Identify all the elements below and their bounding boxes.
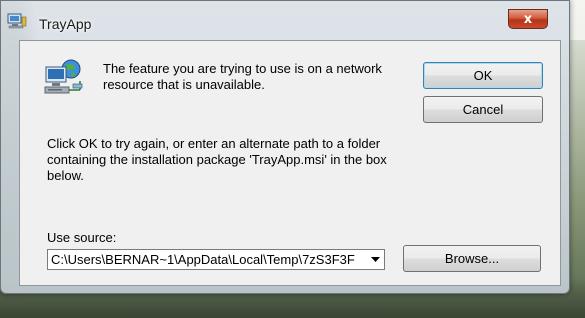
instructions-text: Click OK to try again, or enter an alter…: [47, 136, 387, 183]
installer-computer-icon: [7, 13, 27, 29]
ok-button[interactable]: OK: [423, 62, 543, 89]
cancel-button[interactable]: Cancel: [423, 96, 543, 123]
network-computer-icon: [42, 57, 84, 99]
close-icon: x: [523, 11, 533, 27]
window-title: TrayApp: [39, 16, 92, 32]
error-message: The feature you are trying to use is on …: [103, 61, 382, 92]
source-path-value[interactable]: C:\Users\BERNAR~1\AppData\Local\Temp\7zS…: [51, 252, 369, 267]
title-bar[interactable]: TrayApp x: [1, 1, 569, 39]
use-source-label: Use source:: [47, 230, 117, 245]
dialog-client-area: The feature you are trying to use is on …: [19, 40, 561, 286]
browse-button[interactable]: Browse...: [403, 245, 541, 272]
close-button[interactable]: x: [508, 9, 548, 29]
source-path-combobox[interactable]: C:\Users\BERNAR~1\AppData\Local\Temp\7zS…: [47, 249, 385, 270]
dropdown-arrow-icon[interactable]: [368, 251, 383, 268]
dialog-window: TrayApp x The feature you are trying to …: [0, 0, 570, 294]
